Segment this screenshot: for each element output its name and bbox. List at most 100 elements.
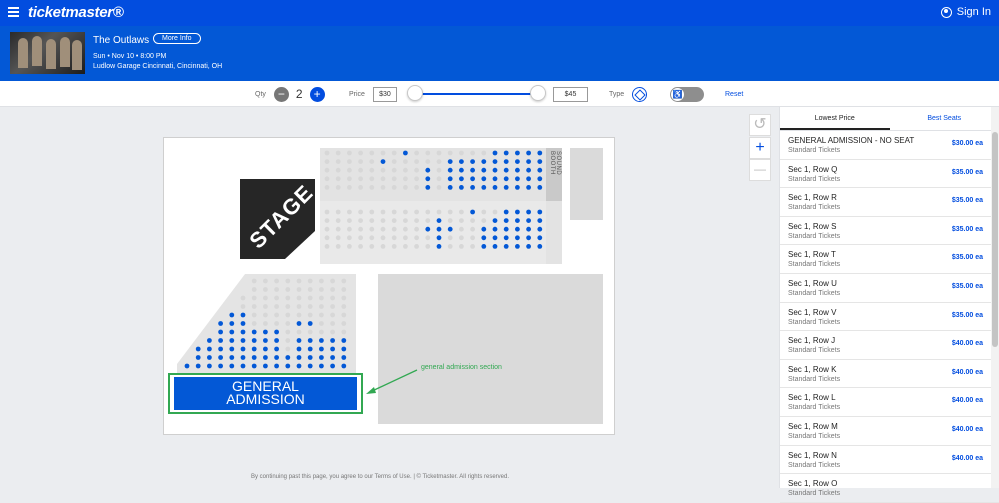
listing-section: Sec 1, Row N [788,451,837,460]
listing-section: Sec 1, Row T [788,250,836,259]
top-nav-bar: ticketmaster® Sign In [0,0,999,26]
price-min-handle[interactable] [407,85,423,101]
listing-ticket-type: Standard Tickets [788,433,840,440]
listing-price: $40.00 ea [952,340,983,347]
listing-ticket-type: Standard Tickets [788,376,840,383]
tab-best-seats[interactable]: Best Seats [890,107,999,130]
tab-lowest-price[interactable]: Lowest Price [780,107,890,130]
zoom-in-button[interactable]: + [749,137,771,159]
qty-label: Qty [255,91,266,98]
listing-price: $40.00 ea [952,455,983,462]
general-admission-section[interactable]: GENERAL ADMISSION [174,377,357,410]
listing-section: Sec 1, Row V [788,308,836,317]
qty-value: 2 [296,87,303,101]
listing-price: $35.00 ea [952,312,983,319]
price-max-field[interactable]: $45 [553,87,588,102]
map-reset-icon[interactable]: ↺ [749,114,771,136]
listing-section: GENERAL ADMISSION - NO SEAT [788,136,914,145]
listing-row[interactable]: Sec 1, Row L Standard Tickets $40.00 ea [780,388,999,417]
ticketmaster-logo[interactable]: ticketmaster® [28,4,124,21]
listing-price: $35.00 ea [952,254,983,261]
listing-section: Sec 1, Row L [788,393,836,402]
listings-panel: Lowest Price Best Seats GENERAL ADMISSIO… [779,107,999,488]
listing-section: Sec 1, Row R [788,193,837,202]
listing-list: GENERAL ADMISSION - NO SEAT Standard Tick… [780,131,999,503]
price-max-wrap: $45 [553,81,588,107]
event-date: Sun • Nov 10 • 8:00 PM [93,53,166,60]
qty-increase-button[interactable]: + [310,87,325,102]
listing-section: Sec 1, Row J [788,336,835,345]
listing-ticket-type: Standard Tickets [788,261,840,268]
section-upper-back[interactable] [320,148,546,201]
listing-price: $35.00 ea [952,283,983,290]
event-title: The Outlaws [93,35,149,46]
sound-booth-label: SOUND BOOTH [549,151,561,201]
menu-icon[interactable] [8,7,19,17]
listing-row[interactable]: Sec 1, Row SStandard Tickets$35.00 ea [780,217,999,246]
listing-row[interactable]: Sec 1, Row KStandard Tickets$40.00 ea [780,360,999,389]
listing-ticket-type: Standard Tickets [788,404,840,411]
reset-button[interactable]: Reset [725,81,743,107]
listing-ticket-type: Standard Tickets [788,490,840,497]
price-max-handle[interactable] [530,85,546,101]
user-icon [941,7,952,18]
sort-tabs: Lowest Price Best Seats [780,107,999,131]
zoom-out-button[interactable]: — [749,159,771,181]
listing-price: $40.00 ea [952,426,983,433]
listing-price: $35.00 ea [952,197,983,204]
listing-section: Sec 1, Row S [788,222,836,231]
listing-section: Sec 1, Row K [788,365,836,374]
event-header: The Outlaws More Info Sun • Nov 10 • 8:0… [0,26,999,81]
ticket-type-filter: Type [609,81,647,107]
listing-ticket-type: Standard Tickets [788,347,840,354]
sign-in-button[interactable]: Sign In [941,6,991,18]
event-thumbnail [10,32,85,74]
listing-row[interactable]: Sec 1, Row O Standard Tickets [780,474,999,503]
listing-price: $40.00 ea [952,397,983,404]
more-info-button[interactable]: More Info [153,33,201,44]
price-filter: Price $30 [349,81,397,107]
price-label: Price [349,91,365,98]
event-venue: Ludlow Garage Cincinnati, Cincinnati, OH [93,63,222,70]
type-label: Type [609,91,624,98]
price-min-field[interactable]: $30 [373,87,397,102]
ga-label-line2: ADMISSION [174,393,357,406]
listing-ticket-type: Standard Tickets [788,319,840,326]
listing-row[interactable]: GENERAL ADMISSION - NO SEAT Standard Tick… [780,131,999,160]
listing-section: Sec 1, Row U [788,279,837,288]
accessibility-filter: ♿ [670,81,704,107]
listing-row[interactable]: Sec 1, Row U Standard Tickets $35.00 ea [780,274,999,303]
listing-section: Sec 1, Row Q [788,165,837,174]
quantity-control: Qty − 2 + [255,81,325,107]
listing-price: $30.00 ea [952,140,983,147]
price-range-slider[interactable] [414,93,538,95]
listing-ticket-type: Standard Tickets [788,462,840,469]
listing-ticket-type: Standard Tickets [788,204,840,211]
listing-ticket-type: Standard Tickets [788,290,840,297]
side-box [570,148,603,220]
listing-row[interactable]: Sec 1, Row V Standard Tickets $35.00 ea [780,303,999,332]
listing-row[interactable]: Sec 1, Row R Standard Tickets $35.00 ea [780,188,999,217]
listing-row[interactable]: Sec 1, Row J Standard Tickets $40.00 ea [780,331,999,360]
sound-booth: SOUND BOOTH [546,148,562,201]
listing-section: Sec 1, Row M [788,422,838,431]
accessibility-toggle[interactable]: ♿ [670,87,704,102]
listing-section: Sec 1, Row O [788,479,837,488]
listing-row[interactable]: Sec 1, Row N Standard Tickets $40.00 ea [780,446,999,475]
listing-scroll-thumb[interactable] [992,132,998,347]
listing-row[interactable]: Sec 1, Row T Standard Tickets $35.00 ea [780,245,999,274]
section-upper-front[interactable] [320,201,546,264]
listing-row[interactable]: Sec 1, Row M Standard Tickets $40.00 ea [780,417,999,446]
listing-ticket-type: Standard Tickets [788,147,840,154]
annotation-text: general admission section [421,364,502,371]
listing-price: $35.00 ea [952,226,983,233]
qty-decrease-button[interactable]: − [274,87,289,102]
unassigned-area [378,274,603,424]
ticket-type-icon[interactable] [632,87,647,102]
listing-row[interactable]: Sec 1, Row Q Standard Tickets $35.00 ea [780,160,999,189]
filter-bar: Qty − 2 + Price $30 $45 Type ♿ Reset [0,81,999,107]
listing-price: $35.00 ea [952,169,983,176]
listing-ticket-type: Standard Tickets [788,176,840,183]
footer-text: By continuing past this page, you agree … [251,474,509,480]
section-upper-side [546,201,562,264]
